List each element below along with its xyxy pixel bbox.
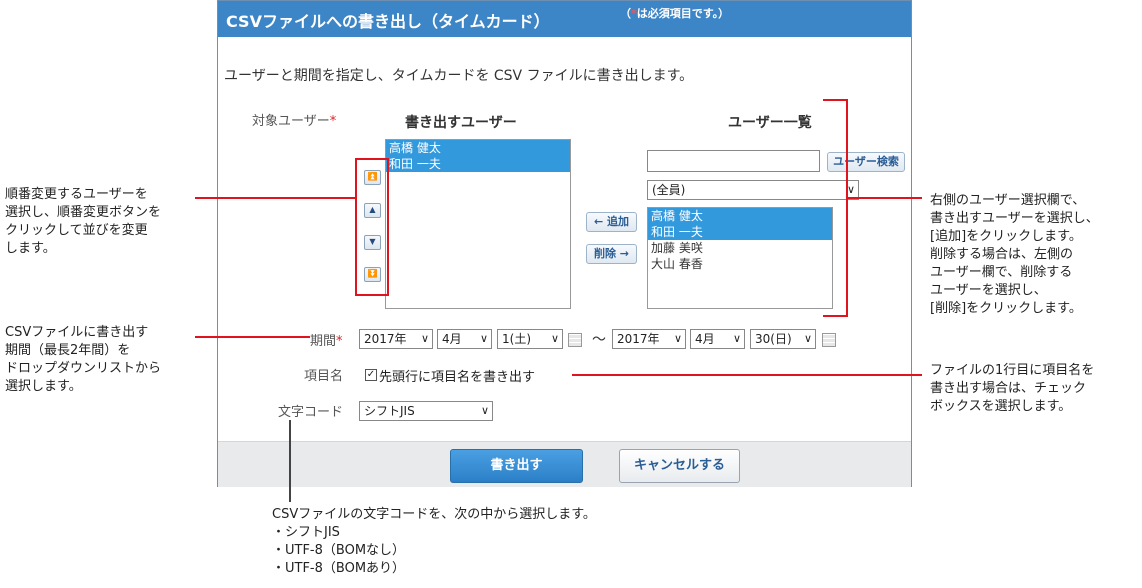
annotation-charset: CSVファイルの文字コードを、次の中から選択します。 ・シフトJIS ・UTF-…	[272, 507, 596, 576]
end-year-value: 2017年	[617, 332, 660, 346]
header-row-checkbox[interactable]: ✓	[365, 369, 377, 381]
period-callout-line	[195, 336, 310, 338]
charset-label: 文字コード	[278, 405, 344, 420]
chevron-down-icon: ∨	[479, 332, 488, 345]
list-item[interactable]: 和田 一夫	[386, 156, 570, 172]
user-list-listbox[interactable]: 高橋 健太 和田 一夫 加藤 美咲 大山 春香	[647, 207, 833, 309]
chevron-down-icon: ∨	[550, 332, 559, 345]
required-note-suffix: は必須項目です。）	[636, 7, 730, 20]
list-item[interactable]: 和田 一夫	[648, 224, 832, 240]
required-note-prefix: （	[620, 7, 631, 20]
user-search-input[interactable]	[647, 150, 820, 172]
required-mark: *	[336, 334, 343, 349]
annotation-header-row: ファイルの1行目に項目名を 書き出す場合は、チェック ボックスを選択します。	[930, 363, 1095, 414]
group-select-value: (全員)	[652, 183, 686, 197]
period-label-text: 期間	[310, 334, 337, 349]
period-label: 期間*	[310, 330, 343, 349]
chevron-down-icon: ∨	[803, 332, 812, 345]
user-search-button[interactable]: ユーザー検索	[827, 152, 905, 172]
export-users-listbox[interactable]: 高橋 健太 和田 一夫	[385, 139, 571, 309]
start-year-select[interactable]: 2017年 ∨	[359, 329, 433, 349]
charset-select[interactable]: シフトJIS ∨	[359, 401, 493, 421]
start-month-select[interactable]: 4月 ∨	[437, 329, 492, 349]
target-users-label-text: 対象ユーザー	[252, 114, 330, 129]
list-item[interactable]: 高橋 健太	[386, 140, 570, 156]
period-separator: ～	[592, 332, 606, 348]
export-users-heading: 書き出すユーザー	[405, 115, 517, 131]
header-row-checkbox-label[interactable]: 先頭行に項目名を書き出す	[379, 366, 535, 385]
dialog-title: CSVファイルへの書き出し（タイムカード）	[226, 12, 550, 31]
list-item[interactable]: 高橋 健太	[648, 208, 832, 224]
dialog-header: CSVファイルへの書き出し（タイムカード） （*は必須項目です。）	[218, 1, 911, 37]
chevron-down-icon: ∨	[673, 332, 682, 345]
user-list-callout-line	[846, 197, 922, 199]
export-button[interactable]: 書き出す	[450, 449, 583, 483]
dialog-footer: 書き出す キャンセルする	[218, 441, 911, 487]
start-month-value: 4月	[442, 332, 462, 346]
end-month-select[interactable]: 4月 ∨	[690, 329, 745, 349]
remove-button[interactable]: 削除 →	[586, 244, 637, 264]
reorder-callout-line	[195, 197, 355, 199]
calendar-icon[interactable]	[568, 333, 582, 347]
start-day-value: 1(土)	[502, 332, 531, 346]
list-item[interactable]: 大山 春香	[648, 256, 832, 272]
chevron-down-icon: ∨	[480, 404, 489, 417]
group-select[interactable]: (全員) ∨	[647, 180, 859, 200]
dialog-description: ユーザーと期間を指定し、タイムカードを CSV ファイルに書き出します。	[224, 68, 694, 84]
start-day-select[interactable]: 1(土) ∨	[497, 329, 563, 349]
chevron-down-icon: ∨	[732, 332, 741, 345]
checkmark-icon: ✓	[366, 369, 376, 380]
cancel-button[interactable]: キャンセルする	[619, 449, 740, 483]
annotation-reorder: 順番変更するユーザーを 選択し、順番変更ボタンを クリックして並びを変更 します…	[5, 187, 162, 256]
chevron-down-icon: ∨	[420, 332, 429, 345]
start-year-value: 2017年	[364, 332, 407, 346]
user-list-bracket-top	[823, 99, 848, 101]
charset-callout-line	[289, 420, 291, 502]
reorder-callout-box	[355, 158, 389, 296]
item-name-label: 項目名	[304, 369, 344, 384]
user-list-bracket-side	[846, 99, 848, 317]
add-button[interactable]: ← 追加	[586, 212, 637, 232]
end-day-select[interactable]: 30(日) ∨	[750, 329, 816, 349]
end-month-value: 4月	[695, 332, 715, 346]
calendar-icon[interactable]	[822, 333, 836, 347]
list-item[interactable]: 加藤 美咲	[648, 240, 832, 256]
charset-value: シフトJIS	[364, 404, 415, 418]
end-day-value: 30(日)	[755, 332, 792, 346]
export-dialog: CSVファイルへの書き出し（タイムカード） （*は必須項目です。） ユーザーと期…	[217, 0, 912, 487]
required-mark: *	[329, 114, 337, 129]
target-users-label: 対象ユーザー*	[252, 110, 336, 129]
user-list-heading: ユーザー一覧	[728, 115, 812, 131]
required-note: （*は必須項目です。）	[620, 5, 729, 21]
user-list-bracket-bottom	[823, 315, 848, 317]
annotation-user-select: 右側のユーザー選択欄で、 書き出すユーザーを選択し、 [追加]をクリックします。…	[930, 193, 1099, 316]
annotation-period: CSVファイルに書き出す 期間（最長2年間）を ドロップダウンリストから 選択し…	[5, 325, 162, 394]
end-year-select[interactable]: 2017年 ∨	[612, 329, 686, 349]
header-row-callout-line	[572, 374, 922, 376]
